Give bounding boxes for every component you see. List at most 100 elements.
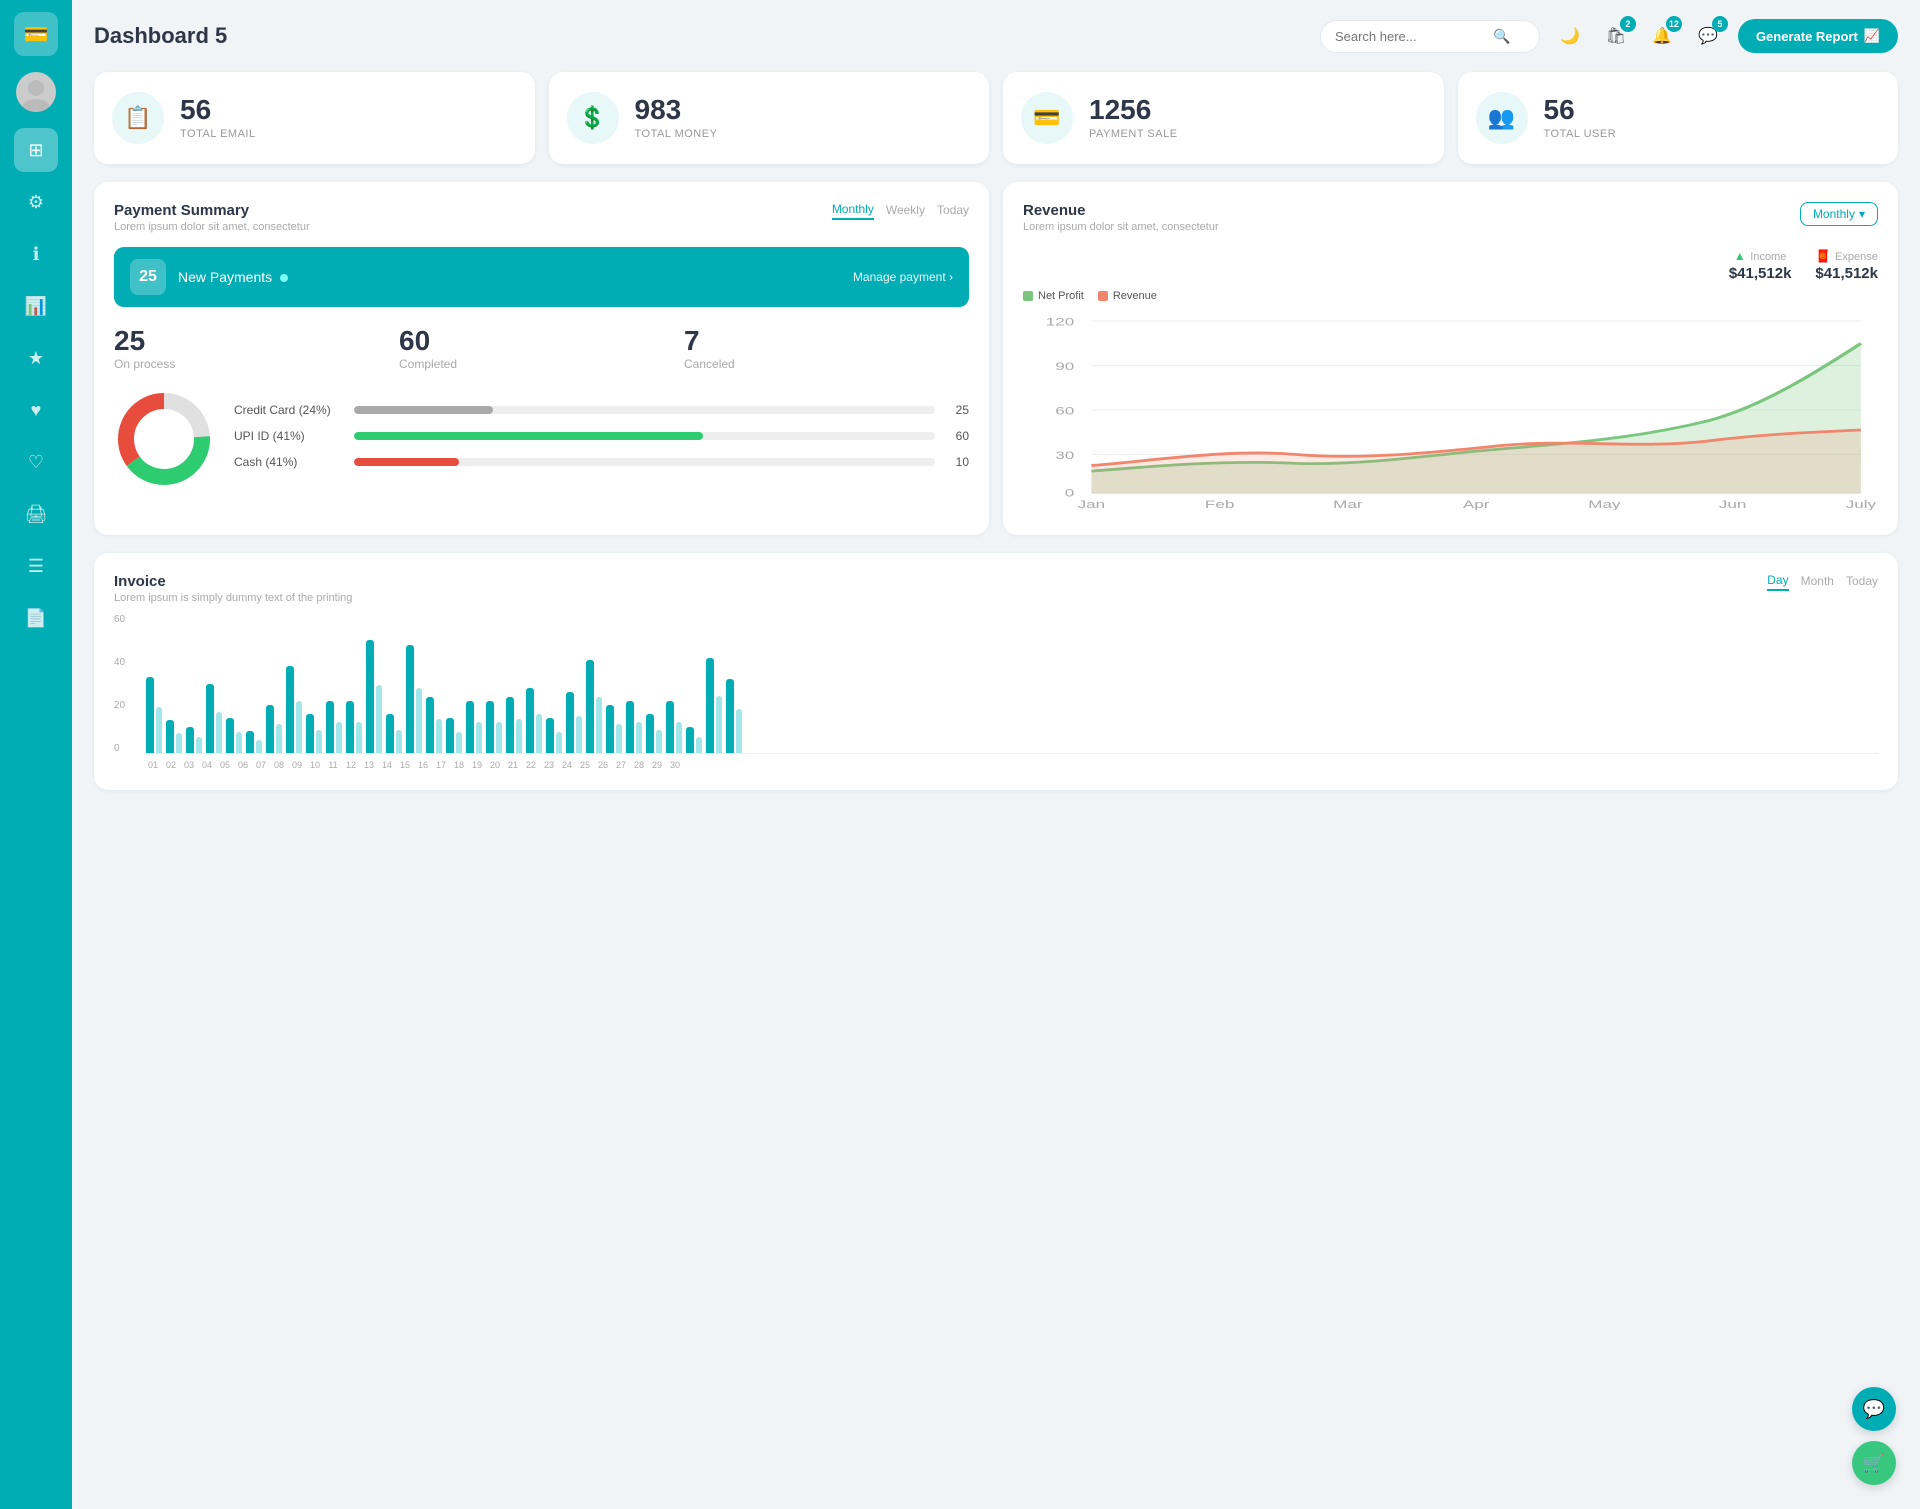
y-label-40: 40 xyxy=(114,657,125,668)
revenue-title-block: Revenue Lorem ipsum dolor sit amet, cons… xyxy=(1023,202,1219,233)
header-icons: 🌙 🛍 2 🔔 12 💬 5 xyxy=(1552,18,1726,54)
bar-fill xyxy=(354,432,703,440)
sidebar-item-dashboard[interactable]: ⊞ xyxy=(14,128,58,172)
x-label-15: 16 xyxy=(416,760,430,770)
revenue-dropdown[interactable]: Monthly ▾ xyxy=(1800,202,1878,226)
expense-value: $41,512k xyxy=(1815,265,1878,282)
payment-summary-subtitle: Lorem ipsum dolor sit amet, consectetur xyxy=(114,221,310,233)
chat-fab[interactable]: 💬 xyxy=(1852,1387,1896,1431)
avatar[interactable] xyxy=(16,72,56,112)
x-label-24: 25 xyxy=(578,760,592,770)
invoice-bar-group-14 xyxy=(426,697,442,753)
sidebar-item-star[interactable]: ★ xyxy=(14,336,58,380)
stat-value-payment-sale: 1256 xyxy=(1089,96,1178,124)
invoice-bar-group-15 xyxy=(446,718,462,753)
invoice-bar-light-18 xyxy=(516,719,522,753)
tab-month[interactable]: Month xyxy=(1801,574,1834,590)
tab-weekly[interactable]: Weekly xyxy=(886,203,925,219)
invoice-bar-20 xyxy=(546,718,554,753)
invoice-bar-group-2 xyxy=(186,727,202,753)
theme-toggle[interactable]: 🌙 xyxy=(1552,18,1588,54)
sidebar: 💳 ⊞ ⚙ ℹ 📊 ★ ♥ ♡ 🖨 ☰ 📄 xyxy=(0,0,72,1509)
sidebar-item-favorite[interactable]: ♥ xyxy=(14,388,58,432)
invoice-bar-group-16 xyxy=(466,701,482,753)
fab-wrap: 💬 🛒 xyxy=(1852,1387,1896,1485)
invoice-bar-group-23 xyxy=(606,705,622,753)
invoice-bar-group-8 xyxy=(306,714,322,753)
cart-icon[interactable]: 🛍 2 xyxy=(1598,18,1634,54)
invoice-bar-light-28 xyxy=(716,696,722,753)
invoice-bar-8 xyxy=(306,714,314,753)
tab-today-invoice[interactable]: Today xyxy=(1846,574,1878,590)
x-label-14: 15 xyxy=(398,760,412,770)
svg-text:120: 120 xyxy=(1046,316,1075,328)
stat-info-total-user: 56 TOTAL USER xyxy=(1544,96,1617,140)
invoice-bars-container xyxy=(146,614,1878,754)
stat-icon-payment-sale: 💳 xyxy=(1021,92,1073,144)
payment-summary-title-block: Payment Summary Lorem ipsum dolor sit am… xyxy=(114,202,310,233)
search-box[interactable]: 🔍 xyxy=(1320,20,1540,53)
x-label-11: 12 xyxy=(344,760,358,770)
new-payments-count: 25 xyxy=(130,259,166,295)
invoice-bar-9 xyxy=(326,701,334,753)
cart-fab[interactable]: 🛒 xyxy=(1852,1441,1896,1485)
chat-icon[interactable]: 💬 5 xyxy=(1690,18,1726,54)
sidebar-item-print[interactable]: 🖨 xyxy=(14,492,58,536)
invoice-bar-group-24 xyxy=(626,701,642,753)
bell-icon[interactable]: 🔔 12 xyxy=(1644,18,1680,54)
tab-today[interactable]: Today xyxy=(937,203,969,219)
metric-value: 7 xyxy=(684,325,969,357)
sidebar-item-info[interactable]: ℹ xyxy=(14,232,58,276)
invoice-bar-light-25 xyxy=(656,730,662,753)
sidebar-item-list[interactable]: ☰ xyxy=(14,544,58,588)
sidebar-item-heart2[interactable]: ♡ xyxy=(14,440,58,484)
x-label-7: 08 xyxy=(272,760,286,770)
stat-icon-total-money: 💲 xyxy=(567,92,619,144)
sidebar-logo[interactable]: 💳 xyxy=(14,12,58,56)
bar-fill xyxy=(354,406,493,414)
invoice-y-labels: 0 20 40 60 xyxy=(114,614,125,754)
bar-label: UPI ID (41%) xyxy=(234,429,344,443)
search-input[interactable] xyxy=(1335,29,1485,44)
invoice-bar-group-9 xyxy=(326,701,342,753)
header: Dashboard 5 🔍 🌙 🛍 2 🔔 12 💬 5 Generate Re… xyxy=(94,18,1898,54)
metrics-row: 25 On process 60 Completed 7 Canceled xyxy=(114,325,969,371)
invoice-bar-24 xyxy=(626,701,634,753)
revenue-chart-wrap: 120 90 60 30 0 Jan Feb Mar Apr Ma xyxy=(1023,310,1878,515)
revenue-legend: Net Profit Revenue xyxy=(1023,290,1878,302)
x-label-20: 21 xyxy=(506,760,520,770)
svg-text:0: 0 xyxy=(1065,487,1075,499)
invoice-bar-light-2 xyxy=(196,737,202,753)
invoice-bar-29 xyxy=(726,679,734,753)
invoice-bar-1 xyxy=(166,720,174,753)
invoice-card: Invoice Lorem ipsum is simply dummy text… xyxy=(94,553,1898,790)
stat-card-payment-sale: 💳 1256 PAYMENT SALE xyxy=(1003,72,1444,164)
invoice-subtitle: Lorem ipsum is simply dummy text of the … xyxy=(114,592,352,604)
invoice-bar-group-11 xyxy=(366,640,382,753)
y-label-60: 60 xyxy=(114,614,125,625)
invoice-bar-26 xyxy=(666,701,674,753)
tab-day[interactable]: Day xyxy=(1767,573,1788,591)
manage-payment-link[interactable]: Manage payment › xyxy=(853,270,953,284)
metric-value: 25 xyxy=(114,325,399,357)
tab-monthly[interactable]: Monthly xyxy=(832,202,874,220)
sidebar-item-chart[interactable]: 📊 xyxy=(14,284,58,328)
sidebar-item-settings[interactable]: ⚙ xyxy=(14,180,58,224)
x-label-6: 07 xyxy=(254,760,268,770)
income-label: ▲ Income xyxy=(1729,247,1792,265)
stat-info-total-money: 983 TOTAL MONEY xyxy=(635,96,718,140)
generate-report-button[interactable]: Generate Report 📈 xyxy=(1738,19,1898,53)
invoice-bar-group-27 xyxy=(686,727,702,753)
svg-text:Jan: Jan xyxy=(1078,499,1106,510)
search-icon[interactable]: 🔍 xyxy=(1493,28,1510,45)
invoice-bar-light-5 xyxy=(256,740,262,753)
stat-icon-total-email: 📋 xyxy=(112,92,164,144)
sidebar-item-document[interactable]: 📄 xyxy=(14,596,58,640)
expense-icon: 🧧 xyxy=(1816,249,1831,263)
payment-bottom: Credit Card (24%) 25 UPI ID (41%) 60 Cas… xyxy=(114,389,969,494)
bar-label: Credit Card (24%) xyxy=(234,403,344,417)
bar-label: Cash (41%) xyxy=(234,455,344,469)
x-label-26: 27 xyxy=(614,760,628,770)
invoice-bar-light-23 xyxy=(616,724,622,753)
bar-value: 60 xyxy=(945,429,969,443)
